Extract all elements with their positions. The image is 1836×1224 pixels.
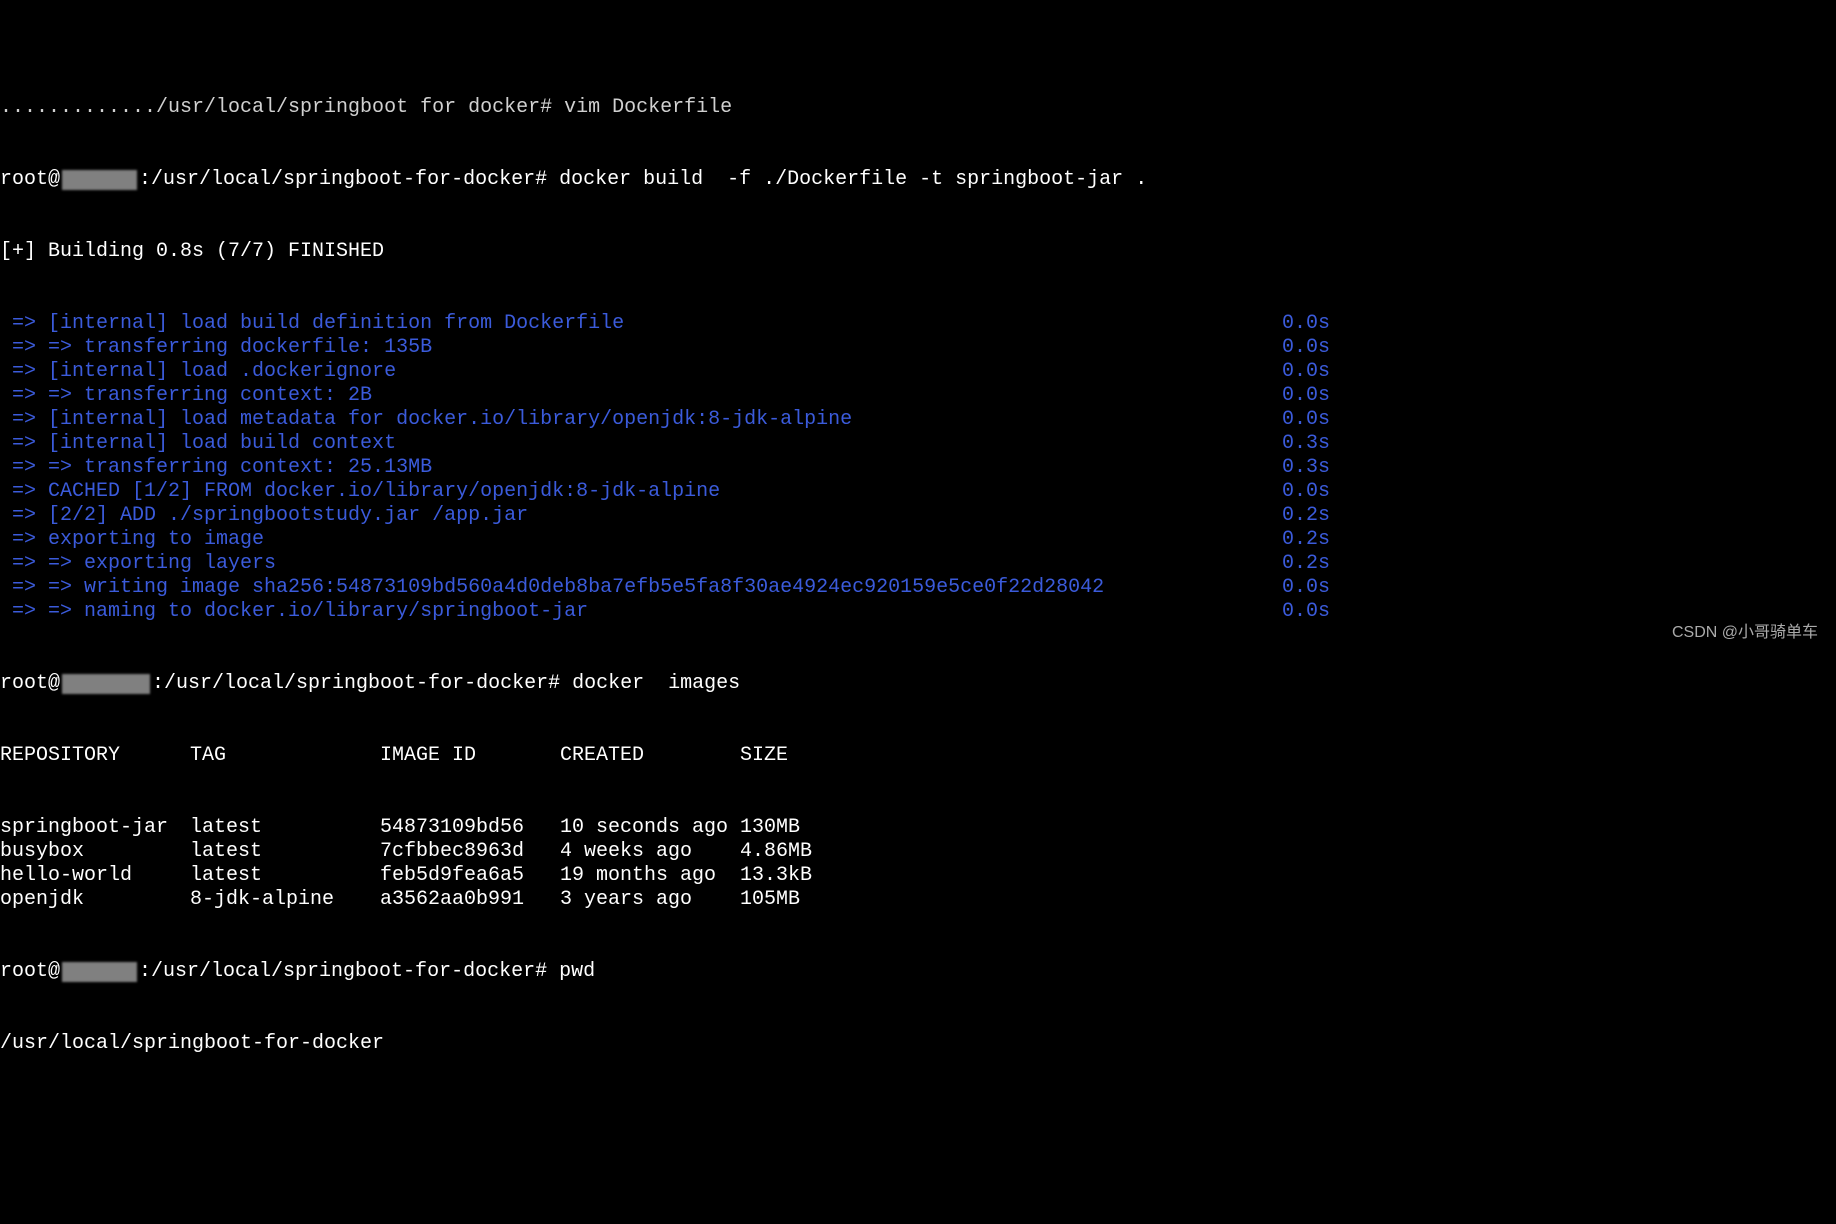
build-step: => [internal] load build definition from…	[0, 312, 1330, 336]
hostname-smudge	[62, 962, 137, 982]
cell-created: 4 weeks ago	[560, 840, 740, 864]
cell-repo: busybox	[0, 840, 190, 864]
prompt-cmd: docker build -f ./Dockerfile -t springbo…	[547, 168, 1147, 192]
images-header: REPOSITORYTAGIMAGE IDCREATEDSIZE	[0, 744, 1836, 768]
step-text: => => transferring context: 2B	[0, 384, 372, 408]
prompt-user: root@	[0, 168, 60, 192]
prompt-pwd[interactable]: root@:/usr/local/springboot-for-docker# …	[0, 960, 1836, 984]
hostname-smudge	[62, 674, 150, 694]
step-text: => => transferring dockerfile: 135B	[0, 336, 432, 360]
cell-tag: 8-jdk-alpine	[190, 888, 380, 912]
build-step: => [internal] load .dockerignore 0.0s	[0, 360, 1330, 384]
build-step: => => transferring dockerfile: 135B 0.0s	[0, 336, 1330, 360]
table-row: busyboxlatest7cfbbec8963d4 weeks ago4.86…	[0, 840, 1836, 864]
header-size: SIZE	[740, 744, 860, 768]
build-step: => exporting to image 0.2s	[0, 528, 1330, 552]
header-tag: TAG	[190, 744, 380, 768]
prompt-build[interactable]: root@:/usr/local/springboot-for-docker# …	[0, 168, 1836, 192]
truncated-line: ............./usr/local/springboot for d…	[0, 96, 1836, 120]
step-time: 0.0s	[1282, 360, 1330, 384]
step-time: 0.2s	[1282, 528, 1330, 552]
step-time: 0.2s	[1282, 552, 1330, 576]
step-text: => => exporting layers	[0, 552, 276, 576]
cell-image: 7cfbbec8963d	[380, 840, 560, 864]
images-rows: springboot-jarlatest54873109bd5610 secon…	[0, 816, 1836, 912]
cell-created: 10 seconds ago	[560, 816, 740, 840]
step-text: => CACHED [1/2] FROM docker.io/library/o…	[0, 480, 720, 504]
prompt-user: root@	[0, 672, 60, 696]
step-time: 0.3s	[1282, 432, 1330, 456]
step-time: 0.0s	[1282, 312, 1330, 336]
prompt-cmd: docker images	[560, 672, 740, 696]
cell-size: 130MB	[740, 816, 860, 840]
cell-repo: springboot-jar	[0, 816, 190, 840]
build-step: => [internal] load build context 0.3s	[0, 432, 1330, 456]
step-text: => [internal] load metadata for docker.i…	[0, 408, 852, 432]
prompt-user: root@	[0, 960, 60, 984]
build-step: => => exporting layers 0.2s	[0, 552, 1330, 576]
cell-tag: latest	[190, 840, 380, 864]
build-step: => [2/2] ADD ./springbootstudy.jar /app.…	[0, 504, 1330, 528]
watermark: CSDN @小哥骑单车	[1672, 623, 1818, 642]
prompt-cmd: pwd	[547, 960, 595, 984]
step-text: => [internal] load build context	[0, 432, 396, 456]
prompt-path: :/usr/local/springboot-for-docker#	[139, 168, 547, 192]
prompt-path: :/usr/local/springboot-for-docker#	[152, 672, 560, 696]
table-row: hello-worldlatestfeb5d9fea6a519 months a…	[0, 864, 1836, 888]
step-text: => => writing image sha256:54873109bd560…	[0, 576, 1104, 600]
cell-created: 19 months ago	[560, 864, 740, 888]
cell-repo: hello-world	[0, 864, 190, 888]
build-step: => => naming to docker.io/library/spring…	[0, 600, 1330, 624]
step-time: 0.3s	[1282, 456, 1330, 480]
prompt-path: :/usr/local/springboot-for-docker#	[139, 960, 547, 984]
table-row: springboot-jarlatest54873109bd5610 secon…	[0, 816, 1836, 840]
cell-created: 3 years ago	[560, 888, 740, 912]
prompt-images[interactable]: root@:/usr/local/springboot-for-docker# …	[0, 672, 1836, 696]
cell-size: 105MB	[740, 888, 860, 912]
step-text: => [2/2] ADD ./springbootstudy.jar /app.…	[0, 504, 528, 528]
cell-image: a3562aa0b991	[380, 888, 560, 912]
cell-image: feb5d9fea6a5	[380, 864, 560, 888]
step-time: 0.0s	[1282, 480, 1330, 504]
build-step: => [internal] load metadata for docker.i…	[0, 408, 1330, 432]
table-row: openjdk8-jdk-alpinea3562aa0b9913 years a…	[0, 888, 1836, 912]
step-time: 0.0s	[1282, 384, 1330, 408]
step-time: 0.2s	[1282, 504, 1330, 528]
cell-repo: openjdk	[0, 888, 190, 912]
build-step: => CACHED [1/2] FROM docker.io/library/o…	[0, 480, 1330, 504]
cell-tag: latest	[190, 864, 380, 888]
cell-size: 4.86MB	[740, 840, 860, 864]
cell-tag: latest	[190, 816, 380, 840]
header-repo: REPOSITORY	[0, 744, 190, 768]
step-text: => exporting to image	[0, 528, 264, 552]
step-time: 0.0s	[1282, 576, 1330, 600]
step-text: => [internal] load build definition from…	[0, 312, 624, 336]
build-step: => => transferring context: 25.13MB 0.3s	[0, 456, 1330, 480]
step-text: => [internal] load .dockerignore	[0, 360, 396, 384]
hostname-smudge	[62, 170, 137, 190]
build-step: => => writing image sha256:54873109bd560…	[0, 576, 1330, 600]
step-time: 0.0s	[1282, 600, 1330, 624]
step-text: => => transferring context: 25.13MB	[0, 456, 432, 480]
step-time: 0.0s	[1282, 336, 1330, 360]
cell-size: 13.3kB	[740, 864, 860, 888]
build-step: => => transferring context: 2B 0.0s	[0, 384, 1330, 408]
header-created: CREATED	[560, 744, 740, 768]
cell-image: 54873109bd56	[380, 816, 560, 840]
build-steps: => [internal] load build definition from…	[0, 312, 1836, 624]
header-image: IMAGE ID	[380, 744, 560, 768]
step-time: 0.0s	[1282, 408, 1330, 432]
step-text: => => naming to docker.io/library/spring…	[0, 600, 588, 624]
pwd-output: /usr/local/springboot-for-docker	[0, 1032, 1836, 1056]
building-status: [+] Building 0.8s (7/7) FINISHED	[0, 240, 1836, 264]
